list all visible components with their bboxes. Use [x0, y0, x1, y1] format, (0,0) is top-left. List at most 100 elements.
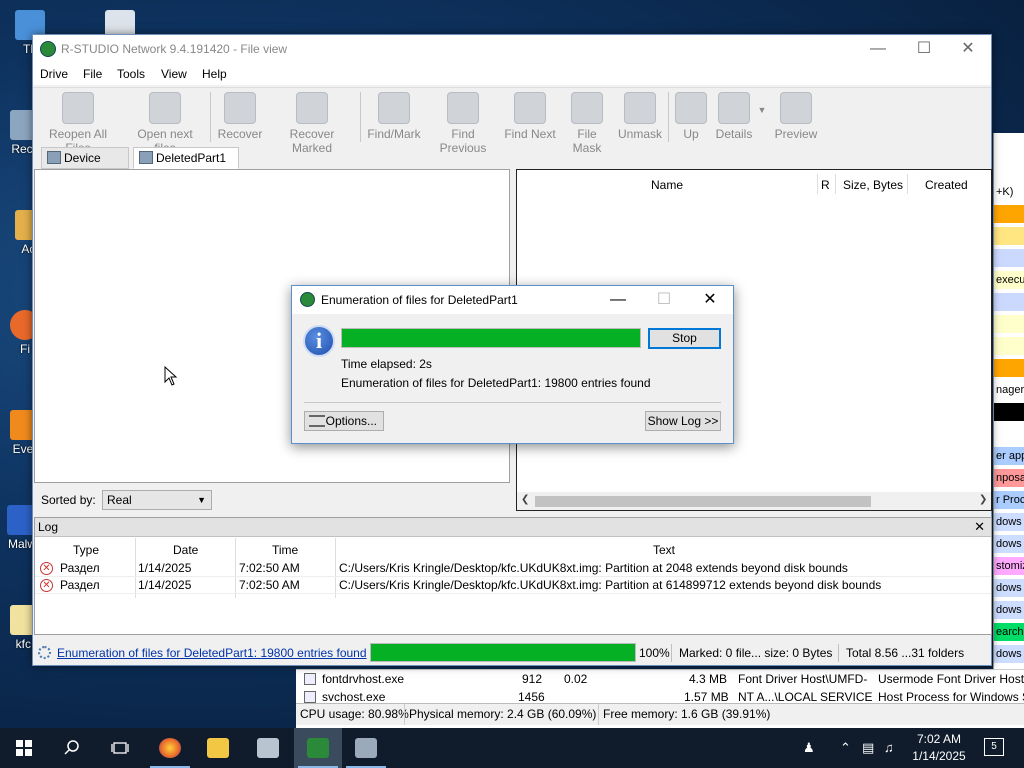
log-header: Log ✕: [35, 518, 991, 537]
menu-help[interactable]: Help: [202, 67, 227, 81]
r-studio-icon: [307, 737, 329, 758]
taskbar-app[interactable]: [244, 728, 292, 768]
options-icon: [309, 415, 325, 427]
process-user: Font Driver Host\UMFD-: [738, 672, 868, 686]
background-process-strip: [994, 359, 1024, 377]
toolbar: Reopen All Files Open next files Recover…: [33, 87, 991, 155]
find-mark-button[interactable]: Find/Mark: [366, 90, 422, 144]
file-mask-button[interactable]: File Mask: [562, 90, 612, 155]
notification-center-button[interactable]: 5: [984, 738, 1004, 756]
process-icon: [304, 691, 316, 703]
dialog-minimize-button[interactable]: —: [595, 286, 641, 314]
search-button[interactable]: [48, 728, 96, 768]
search-icon: [64, 740, 79, 755]
background-process-strip: [994, 205, 1024, 223]
windows-logo-icon: [16, 739, 32, 756]
taskbar-r-studio[interactable]: [294, 728, 342, 768]
show-log-button[interactable]: Show Log >>: [645, 411, 721, 431]
scroll-left-icon[interactable]: ❮: [521, 494, 529, 505]
time-elapsed: Time elapsed: 2s: [341, 357, 432, 371]
column-divider: [835, 174, 836, 194]
task-view-button[interactable]: [96, 728, 144, 768]
drive-icon: [139, 151, 153, 164]
background-process-strip: dows S: [994, 513, 1024, 531]
close-button[interactable]: ✕: [945, 35, 991, 63]
table-row[interactable]: ✕ Раздел 1/14/2025 7:02:50 AM C:/Users/K…: [35, 560, 991, 577]
log-column-date[interactable]: Date: [173, 543, 198, 557]
background-process-strip: [994, 315, 1024, 333]
recover-button[interactable]: Recover: [216, 90, 264, 144]
menu-tools[interactable]: Tools: [117, 67, 145, 81]
column-header-r[interactable]: R: [821, 178, 830, 192]
menu-file[interactable]: File: [83, 67, 102, 81]
app-window-icon: [257, 737, 279, 758]
taskbar-firefox[interactable]: [146, 728, 194, 768]
spinner-icon: [38, 646, 51, 659]
log-column-type[interactable]: Type: [73, 543, 99, 557]
column-divider: [817, 174, 818, 194]
options-button[interactable]: Options...: [304, 411, 384, 431]
find-previous-button[interactable]: Find Previous: [428, 90, 498, 155]
tab-deletedpart1[interactable]: DeletedPart1: [133, 147, 239, 169]
open-next-files-button[interactable]: Open next files: [125, 90, 205, 155]
maximize-button[interactable]: ☐: [901, 35, 947, 63]
cpu-usage: CPU usage: 80.98%: [300, 707, 409, 721]
recover-marked-button[interactable]: Recover Marked: [270, 90, 354, 155]
log-column-time[interactable]: Time: [272, 543, 298, 557]
network-icon[interactable]: ▤: [862, 740, 874, 756]
title-bar[interactable]: R-STUDIO Network 9.4.191420 - File view …: [33, 35, 991, 63]
scrollbar-thumb[interactable]: [535, 496, 871, 507]
column-header-size[interactable]: Size, Bytes: [843, 178, 903, 192]
error-icon: ✕: [40, 562, 53, 575]
enumeration-dialog: Enumeration of files for DeletedPart1 — …: [291, 285, 734, 444]
close-icon[interactable]: ✕: [974, 518, 985, 536]
status-task-link[interactable]: Enumeration of files for DeletedPart1: 1…: [57, 646, 367, 660]
find-next-button[interactable]: Find Next: [504, 90, 556, 144]
enumeration-status: Enumeration of files for DeletedPart1: 1…: [341, 376, 651, 390]
minimize-button[interactable]: —: [855, 35, 901, 63]
process-name: fontdrvhost.exe: [322, 672, 405, 686]
table-row[interactable]: fontdrvhost.exe 912 0.02 4.3 MB Font Dri…: [296, 670, 1024, 688]
background-process-strip: dows S: [994, 535, 1024, 553]
taskbar-file-explorer[interactable]: [194, 728, 242, 768]
stop-button[interactable]: Stop: [648, 328, 721, 349]
column-divider: [907, 174, 908, 194]
table-row[interactable]: ✕ Раздел 1/14/2025 7:02:50 AM C:/Users/K…: [35, 577, 991, 594]
taskbar-monitor-app[interactable]: [342, 728, 390, 768]
clock[interactable]: 7:02 AM 1/14/2025: [900, 731, 978, 765]
task-view-icon: [111, 742, 129, 754]
unmask-button[interactable]: Unmask: [618, 90, 662, 144]
toolbar-separator: [210, 92, 211, 142]
sort-select[interactable]: Real ▼: [102, 490, 212, 510]
dialog-title-bar[interactable]: Enumeration of files for DeletedPart1 — …: [292, 286, 733, 314]
chevron-up-icon[interactable]: ⌃: [840, 740, 851, 756]
details-button[interactable]: Details: [713, 90, 755, 144]
error-icon: ✕: [40, 579, 53, 592]
background-status-bar: CPU usage: 80.98% Physical memory: 2.4 G…: [296, 703, 1024, 725]
status-total: Total 8.56 ...31 folders: [846, 646, 965, 660]
process-pid: 912: [522, 672, 543, 686]
background-process-strip: [994, 425, 1024, 443]
details-dropdown-arrow[interactable]: ▼: [755, 90, 769, 144]
start-button[interactable]: [0, 728, 48, 768]
column-header-created[interactable]: Created: [925, 178, 968, 192]
preview-button[interactable]: Preview: [773, 90, 819, 144]
volume-icon[interactable]: ♫: [884, 740, 894, 755]
menu-drive[interactable]: Drive: [40, 67, 68, 81]
up-button[interactable]: Up: [674, 90, 708, 144]
folder-up-icon: [675, 92, 707, 124]
dialog-progress-bar: [341, 328, 641, 348]
menu-view[interactable]: View: [161, 67, 187, 81]
log-column-text[interactable]: Text: [653, 543, 675, 557]
status-separator: [671, 644, 672, 662]
horizontal-scrollbar[interactable]: ❮ ❯: [517, 492, 991, 510]
people-icon[interactable]: ♟: [803, 740, 815, 756]
tab-device-view[interactable]: Device view: [41, 147, 129, 185]
scroll-right-icon[interactable]: ❯: [979, 494, 987, 505]
dialog-close-button[interactable]: ✕: [687, 286, 733, 314]
free-memory: Free memory: 1.6 GB (39.91%): [598, 704, 770, 725]
reopen-all-files-button[interactable]: Reopen All Files: [37, 90, 119, 155]
background-process-strip: [994, 293, 1024, 311]
column-header-name[interactable]: Name: [651, 178, 683, 192]
status-progress-bar: [370, 643, 636, 662]
